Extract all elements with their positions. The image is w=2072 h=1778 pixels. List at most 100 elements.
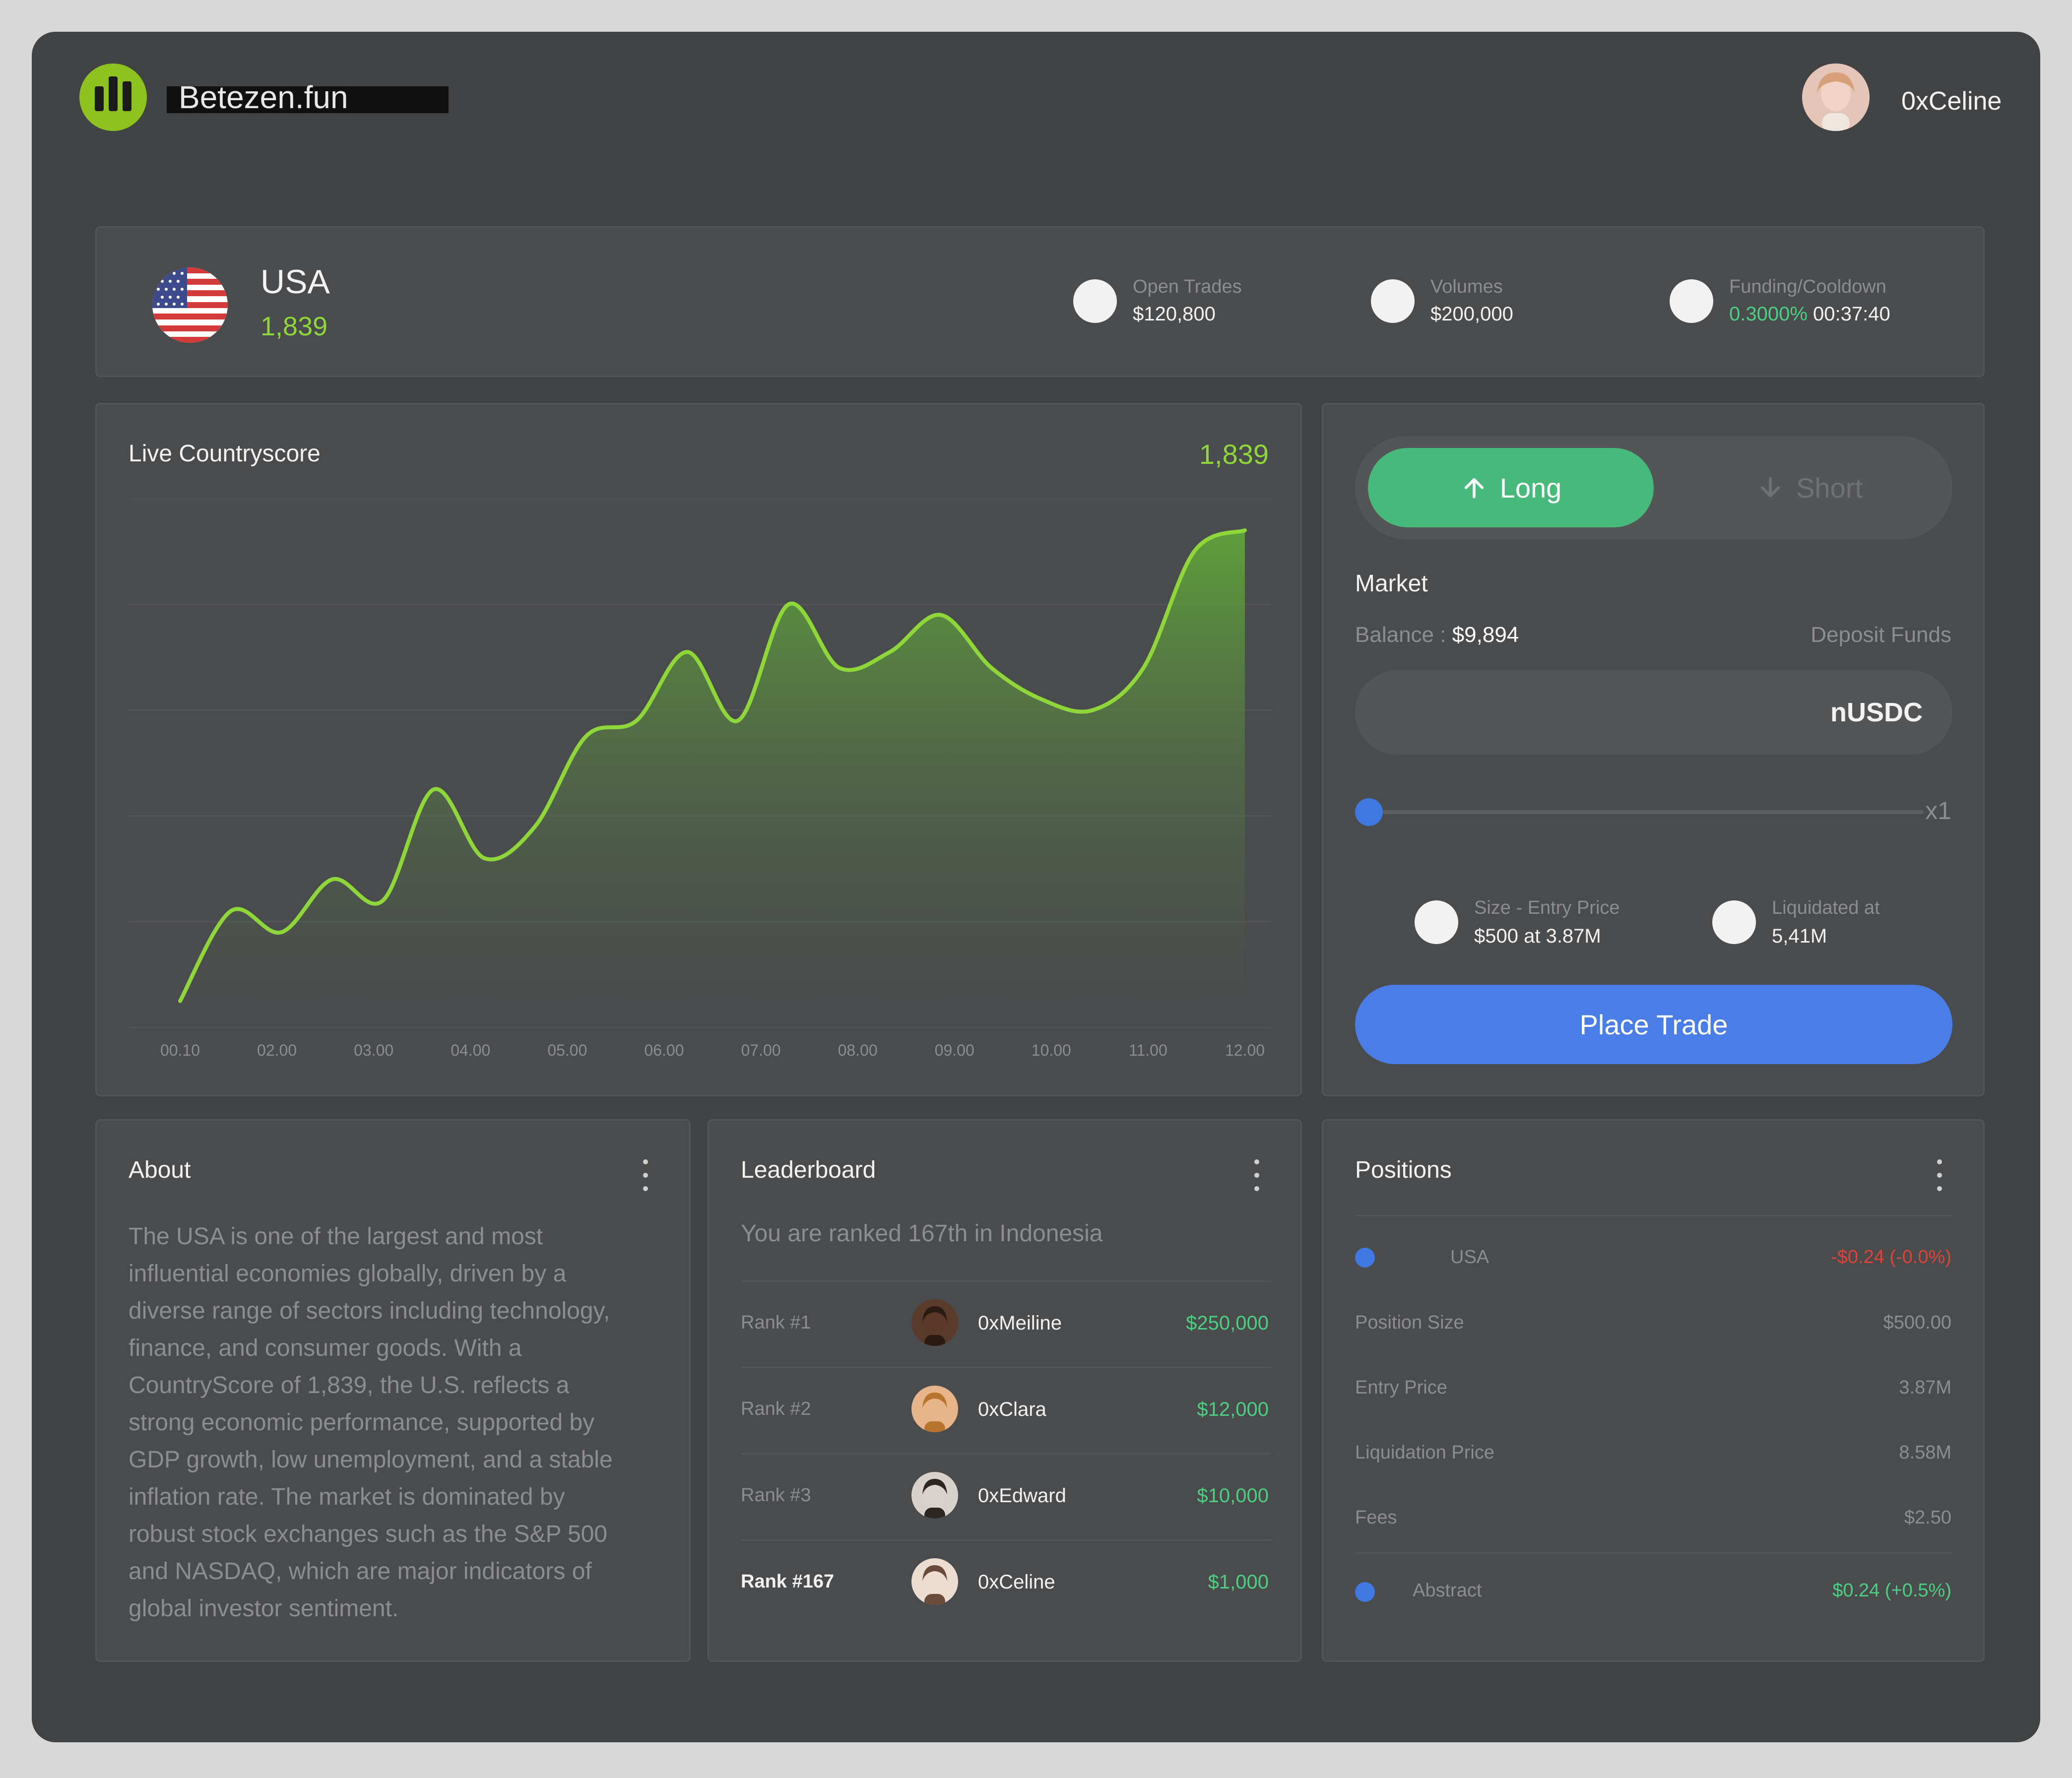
leaderboard-row-divider: [741, 1453, 1272, 1455]
leaderboard-amount: $250,000: [1186, 1312, 1269, 1334]
balance-label: Balance :: [1355, 623, 1452, 647]
about-text: The USA is one of the largest and most in…: [129, 1218, 674, 1627]
liquidated-icon: [1712, 900, 1756, 944]
liquidated-value: 5,41M: [1772, 925, 1827, 947]
leaderboard-name[interactable]: 0xMeiline: [978, 1312, 1062, 1334]
short-label: Short: [1796, 472, 1863, 504]
x-axis-tick-label: 08.00: [838, 1041, 878, 1059]
about-text-line: inflation rate. The market is dominated …: [129, 1484, 565, 1510]
x-axis-tick-label: 09.00: [934, 1041, 974, 1059]
x-axis-tick-label: 10.00: [1031, 1041, 1071, 1059]
leverage-slider-track[interactable]: [1368, 810, 1924, 814]
leaderboard-row-divider: [741, 1367, 1272, 1368]
about-text-line: CountryScore of 1,839, the U.S. reflects…: [129, 1372, 570, 1398]
leaderboard-row-divider: [741, 1539, 1272, 1541]
positions-divider-top: [1355, 1215, 1952, 1216]
leaderboard-avatar[interactable]: [911, 1558, 958, 1605]
leaderboard-menu-icon[interactable]: [1253, 1159, 1261, 1191]
user-avatar[interactable]: [1802, 64, 1870, 131]
about-text-line: The USA is one of the largest and most: [129, 1223, 543, 1250]
leaderboard-avatar[interactable]: [911, 1299, 958, 1346]
about-text-line: and NASDAQ, which are major indicators o…: [129, 1558, 592, 1585]
open-trades-icon: [1073, 279, 1117, 323]
position-detail-label: Position Size: [1355, 1312, 1464, 1333]
x-axis-tick-label: 02.00: [257, 1041, 297, 1059]
leaderboard-avatar[interactable]: [911, 1472, 958, 1519]
funding-rate: 0.3000%: [1729, 303, 1808, 325]
leaderboard-amount: $12,000: [1197, 1398, 1269, 1420]
amount-input[interactable]: nUSDC: [1355, 670, 1952, 755]
usa-position-name[interactable]: USA: [1450, 1247, 1489, 1268]
brand-logo-icon[interactable]: [79, 64, 147, 131]
volumes-icon: [1371, 279, 1415, 323]
position-detail-label: Entry Price: [1355, 1377, 1447, 1398]
funding-icon: [1670, 279, 1713, 323]
leaderboard-rank: Rank #167: [741, 1571, 835, 1592]
abstract-position-name[interactable]: Abstract: [1413, 1580, 1482, 1601]
leaderboard-amount: $10,000: [1197, 1485, 1269, 1507]
leaderboard-name[interactable]: 0xEdward: [978, 1485, 1066, 1507]
liquidated-label: Liquidated at: [1772, 897, 1880, 918]
short-button[interactable]: Short: [1671, 448, 1948, 527]
market-label: Market: [1355, 571, 1428, 597]
countryscore-chart-card: Live Countryscore 1,839 00.10 02.00 03.00 0…: [95, 403, 1302, 1096]
about-card: About The USA is one of the largest and …: [95, 1119, 691, 1662]
size-icon: [1415, 900, 1458, 944]
positions-divider-bottom: [1355, 1552, 1952, 1554]
arrow-down-icon: [1760, 477, 1780, 498]
long-button[interactable]: Long: [1368, 448, 1654, 527]
leaderboard-rank: Rank #2: [741, 1398, 811, 1419]
leaderboard-name[interactable]: 0xClara: [978, 1398, 1046, 1421]
country-name: USA: [260, 263, 330, 301]
place-trade-button[interactable]: Place Trade: [1355, 985, 1952, 1064]
usa-position-pnl: -$0.24 (-0.0%): [1831, 1247, 1951, 1268]
x-axis-tick-label: 07.00: [741, 1041, 781, 1059]
leaderboard-subtitle: You are ranked 167th in Indonesia: [741, 1220, 1103, 1247]
positions-menu-icon[interactable]: [1936, 1159, 1943, 1191]
chart-title: Live Countryscore: [129, 441, 321, 467]
position-detail-label: Fees: [1355, 1507, 1397, 1528]
balance: Balance : $9,894: [1355, 623, 1519, 647]
position-detail-value: $500.00: [1883, 1312, 1951, 1333]
username[interactable]: 0xCeline: [1901, 86, 2002, 116]
leaderboard-rank: Rank #3: [741, 1485, 811, 1506]
leaderboard-title: Leaderboard: [741, 1157, 876, 1183]
funding-label: Funding/Cooldown: [1729, 276, 1886, 297]
volumes-label: Volumes: [1430, 276, 1503, 297]
balance-value: $9,894: [1452, 623, 1519, 647]
about-menu-icon[interactable]: [642, 1159, 649, 1191]
position-detail-label: Liquidation Price: [1355, 1442, 1494, 1463]
leaderboard-divider: [741, 1280, 1272, 1282]
x-axis-tick-label: 06.00: [644, 1041, 684, 1059]
leaderboard-rank: Rank #1: [741, 1312, 811, 1333]
about-text-line: global investor sentiment.: [129, 1595, 399, 1622]
country-stats-card: USA 1,839 Open Trades $120,800 Volumes $…: [95, 226, 1985, 377]
about-text-line: influential economies globally, driven b…: [129, 1261, 567, 1287]
brand-name: Betezen.fun: [179, 79, 348, 115]
leverage-slider-knob[interactable]: [1355, 798, 1383, 826]
funding-value: 0.3000% 00:37:40: [1729, 303, 1890, 325]
x-axis-tick-label: 11.00: [1129, 1041, 1167, 1059]
leaderboard-card: Leaderboard You are ranked 167th in Indo…: [708, 1119, 1302, 1662]
about-text-line: robust stock exchanges such as the S&P 5…: [129, 1521, 608, 1547]
countryscore-chart: [129, 499, 1272, 1028]
x-axis-tick-label: 03.00: [354, 1041, 394, 1059]
size-label: Size - Entry Price: [1474, 897, 1620, 918]
position-detail-value: $2.50: [1904, 1507, 1951, 1528]
volumes-value: $200,000: [1430, 303, 1513, 325]
about-text-line: finance, and consumer goods. With a: [129, 1335, 522, 1361]
positions-card: Positions USA -$0.24 (-0.0%) Position Si…: [1322, 1119, 1985, 1662]
about-title: About: [129, 1157, 191, 1183]
chart-current-value: 1,839: [1199, 439, 1269, 470]
position-detail-value: 8.58M: [1899, 1442, 1951, 1463]
app-window: Betezen.fun 0xCeline USA 1,839 Open Trad…: [32, 32, 2040, 1742]
leaderboard-name[interactable]: 0xCeline: [978, 1571, 1055, 1593]
abstract-position-dot-icon: [1355, 1582, 1375, 1602]
abstract-position-pnl: $0.24 (+0.5%): [1832, 1580, 1951, 1601]
deposit-funds-link[interactable]: Deposit Funds: [1811, 623, 1951, 647]
x-axis-tick-label: 04.00: [451, 1041, 491, 1059]
about-text-line: GDP growth, low unemployment, and a stab…: [129, 1447, 613, 1473]
position-detail-value: 3.87M: [1899, 1377, 1951, 1398]
leverage-value: x1: [1925, 797, 1951, 825]
leaderboard-avatar[interactable]: [911, 1386, 958, 1432]
